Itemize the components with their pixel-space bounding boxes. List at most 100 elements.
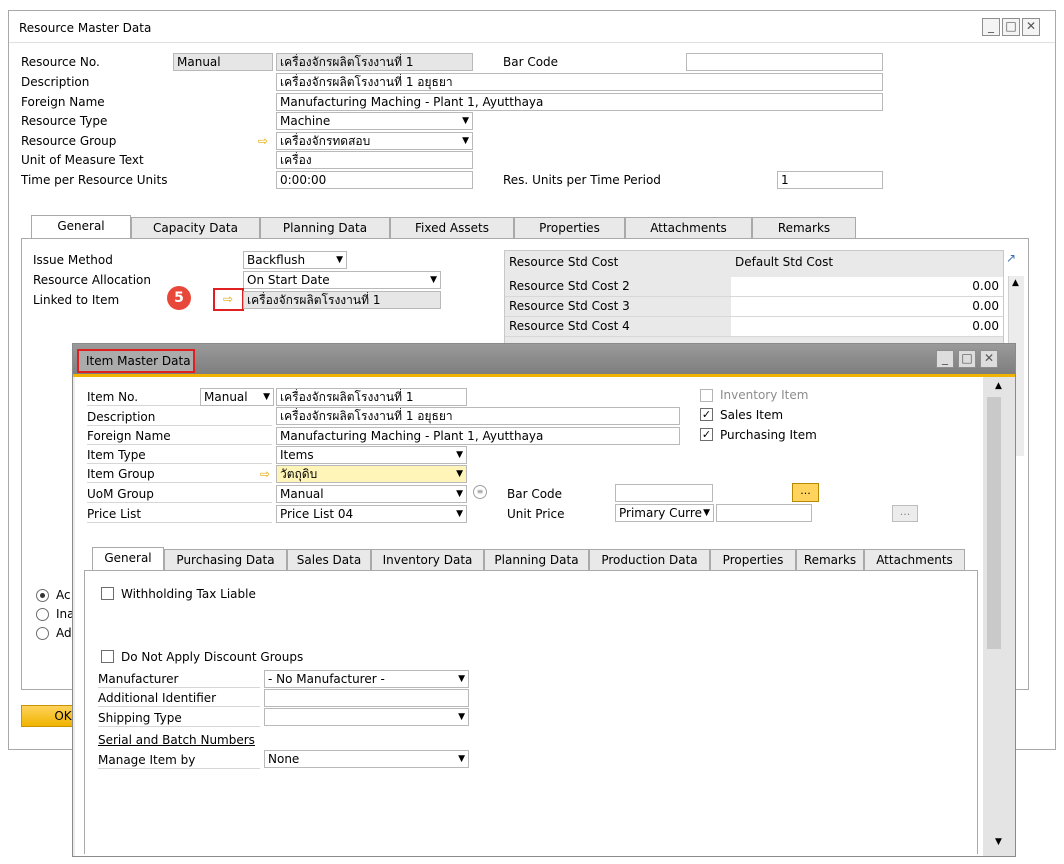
cost-row-label: Resource Std Cost 2 bbox=[505, 277, 731, 297]
manage-item-label: Manage Item by bbox=[98, 752, 260, 769]
additional-id-label: Additional Identifier bbox=[98, 690, 260, 707]
step-badge-number: 5 bbox=[174, 290, 184, 306]
uom-group-select[interactable]: Manual ▼ bbox=[276, 485, 467, 503]
tab-properties[interactable]: Properties bbox=[514, 217, 625, 239]
item-bar-code-field[interactable] bbox=[615, 484, 713, 502]
item-type-select[interactable]: Items ▼ bbox=[276, 446, 467, 464]
close-button[interactable]: ✕ bbox=[1022, 18, 1040, 36]
resource-type-label: Resource Type bbox=[21, 114, 108, 128]
shipping-type-select[interactable]: ▼ bbox=[264, 708, 469, 726]
tab-label: Purchasing Data bbox=[176, 553, 275, 567]
tab-sales-data[interactable]: Sales Data bbox=[287, 549, 371, 571]
chevron-down-icon: ▼ bbox=[456, 509, 463, 519]
tab-planning-data[interactable]: Planning Data bbox=[260, 217, 390, 239]
res-units-field[interactable]: 1 bbox=[777, 171, 883, 189]
tab-purchasing-data[interactable]: Purchasing Data bbox=[164, 549, 287, 571]
minimize-button[interactable]: _ bbox=[982, 18, 1000, 36]
resource-no-series[interactable]: Manual bbox=[173, 53, 273, 71]
item-type-value: Items bbox=[280, 448, 314, 462]
link-arrow-icon[interactable]: ⇨ bbox=[223, 291, 233, 307]
issue-method-value: Backflush bbox=[247, 253, 306, 267]
tab-label: Attachments bbox=[876, 553, 953, 567]
link-arrow-icon[interactable]: ⇨ bbox=[260, 466, 270, 482]
resource-title-bar: Resource Master Data _ □ ✕ bbox=[9, 11, 1055, 43]
sales-item-checkbox[interactable]: ✓ bbox=[700, 408, 713, 421]
time-per-unit-field[interactable]: 0:00:00 bbox=[276, 171, 473, 189]
minimize-button[interactable]: _ bbox=[936, 350, 954, 368]
unit-price-browse-button[interactable]: ... bbox=[892, 505, 918, 522]
linked-item-field[interactable]: เครื่องจักรผลิตโรงงานที่ 1 bbox=[243, 291, 441, 309]
close-button[interactable]: ✕ bbox=[980, 350, 998, 368]
price-list-select[interactable]: Price List 04 ▼ bbox=[276, 505, 467, 523]
item-title-bar bbox=[73, 344, 1015, 374]
tab-production-data[interactable]: Production Data bbox=[589, 549, 710, 571]
inventory-item-checkbox[interactable] bbox=[700, 389, 713, 402]
unit-price-currency-select[interactable]: Primary Currer ▼ bbox=[615, 504, 714, 522]
tab-fixed-assets[interactable]: Fixed Assets bbox=[390, 217, 514, 239]
scroll-thumb[interactable] bbox=[987, 397, 1001, 649]
time-per-unit-label: Time per Resource Units bbox=[21, 173, 168, 187]
unit-price-field[interactable] bbox=[716, 504, 812, 522]
resource-allocation-select[interactable]: On Start Date ▼ bbox=[243, 271, 441, 289]
purchasing-item-checkbox[interactable]: ✓ bbox=[700, 428, 713, 441]
chevron-down-icon: ▼ bbox=[462, 136, 469, 146]
item-foreign-name-field[interactable]: Manufacturing Maching - Plant 1, Ayuttha… bbox=[276, 427, 680, 445]
chevron-down-icon: ▼ bbox=[458, 712, 465, 722]
ellipsis-label: ... bbox=[899, 505, 911, 518]
no-discount-label: Do Not Apply Discount Groups bbox=[121, 650, 304, 664]
description-field[interactable]: เครื่องจักรผลิตโรงงานที่ 1 อยุธยา bbox=[276, 73, 883, 91]
issue-method-select[interactable]: Backflush ▼ bbox=[243, 251, 347, 269]
item-no-series-select[interactable]: Manual ▼ bbox=[200, 388, 274, 406]
cost-row-value[interactable]: 0.00 bbox=[731, 277, 1003, 297]
cost-row-value[interactable]: 0.00 bbox=[731, 317, 1003, 337]
maximize-button[interactable]: □ bbox=[958, 350, 976, 368]
item-scrollbar[interactable]: ▲ ▼ bbox=[983, 377, 1015, 856]
item-no-series-value: Manual bbox=[204, 390, 248, 404]
status-radio-inactive[interactable] bbox=[36, 608, 49, 621]
link-arrow-icon[interactable]: ⇨ bbox=[258, 133, 268, 149]
no-discount-checkbox[interactable] bbox=[101, 650, 114, 663]
tab-remarks[interactable]: Remarks bbox=[796, 549, 864, 571]
tab-inventory-data[interactable]: Inventory Data bbox=[371, 549, 484, 571]
expand-icon[interactable]: ↗ bbox=[1006, 251, 1016, 265]
tab-label: Inventory Data bbox=[382, 553, 473, 567]
tab-planning-data[interactable]: Planning Data bbox=[484, 549, 589, 571]
cost-grid: Resource Std Cost Default Std Cost Resou… bbox=[504, 250, 1004, 348]
item-group-select[interactable]: วัตถุดิบ ▼ bbox=[276, 465, 467, 483]
bar-code-browse-button[interactable]: ... bbox=[792, 483, 819, 502]
manage-item-select[interactable]: None ▼ bbox=[264, 750, 469, 768]
resource-allocation-value: On Start Date bbox=[247, 273, 330, 287]
tab-label: Remarks bbox=[803, 553, 857, 567]
chevron-down-icon: ▼ bbox=[462, 116, 469, 126]
status-radio-active[interactable] bbox=[36, 589, 49, 602]
uom-info-icon[interactable]: ≡ bbox=[473, 485, 487, 499]
resource-group-select[interactable]: เครื่องจักรทดสอบ ▼ bbox=[276, 132, 473, 150]
tab-label: General bbox=[57, 219, 105, 233]
withholding-tax-checkbox[interactable] bbox=[101, 587, 114, 600]
bar-code-field[interactable] bbox=[686, 53, 883, 71]
tab-label: Capacity Data bbox=[153, 221, 238, 235]
unit-price-currency-value: Primary Currer bbox=[619, 506, 707, 520]
tab-general[interactable]: General bbox=[31, 215, 131, 239]
additional-id-field[interactable] bbox=[264, 689, 469, 707]
resource-no-field[interactable]: เครื่องจักรผลิตโรงงานที่ 1 bbox=[276, 53, 473, 71]
cost-row-value[interactable]: 0.00 bbox=[731, 297, 1003, 317]
uom-group-value: Manual bbox=[280, 487, 324, 501]
tab-properties[interactable]: Properties bbox=[710, 549, 796, 571]
chevron-down-icon: ▼ bbox=[263, 392, 270, 402]
uom-text-field[interactable]: เครื่อง bbox=[276, 151, 473, 169]
foreign-name-field[interactable]: Manufacturing Maching - Plant 1, Ayuttha… bbox=[276, 93, 883, 111]
tab-attachments[interactable]: Attachments bbox=[625, 217, 752, 239]
tab-remarks[interactable]: Remarks bbox=[752, 217, 856, 239]
manufacturer-select[interactable]: - No Manufacturer - ▼ bbox=[264, 670, 469, 688]
tab-attachments[interactable]: Attachments bbox=[864, 549, 965, 571]
item-no-field[interactable]: เครื่องจักรผลิตโรงงานที่ 1 bbox=[276, 388, 467, 406]
tab-capacity-data[interactable]: Capacity Data bbox=[131, 217, 260, 239]
tab-general[interactable]: General bbox=[92, 547, 164, 571]
tab-label: Properties bbox=[539, 221, 600, 235]
resource-type-select[interactable]: Machine ▼ bbox=[276, 112, 473, 130]
status-radio-advanced[interactable] bbox=[36, 627, 49, 640]
issue-method-label: Issue Method bbox=[33, 253, 113, 267]
maximize-button[interactable]: □ bbox=[1002, 18, 1020, 36]
item-description-field[interactable]: เครื่องจักรผลิตโรงงานที่ 1 อยุธยา bbox=[276, 407, 680, 425]
